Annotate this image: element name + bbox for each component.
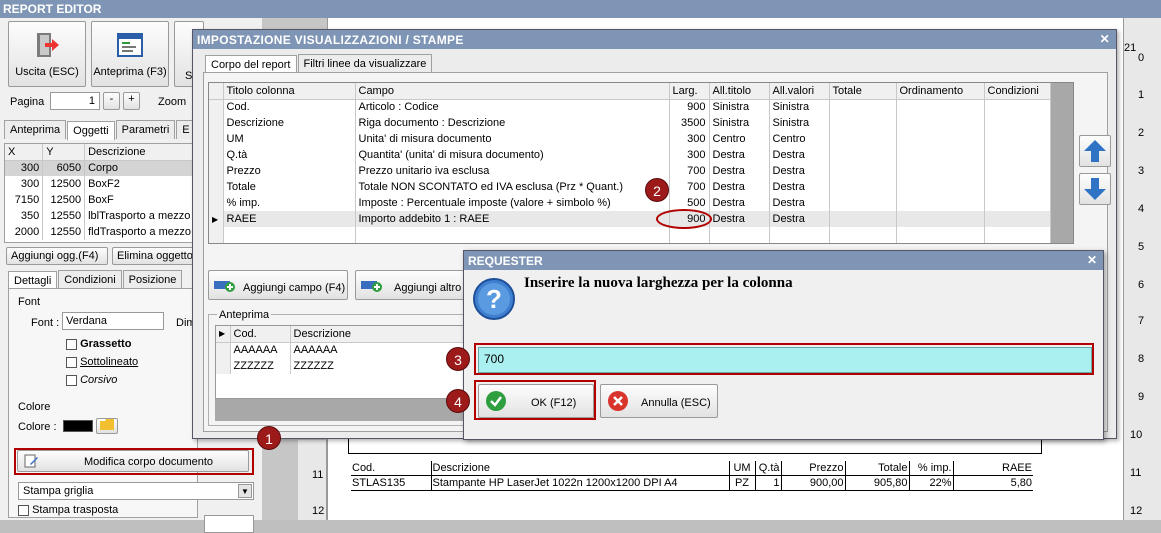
page-input[interactable]: 1 — [50, 92, 100, 110]
table-row[interactable]: Totale Totale NON SCONTATO ed IVA esclusa… — [209, 179, 1051, 195]
color-picker-button[interactable] — [96, 418, 118, 434]
exit-label: Uscita (ESC) — [15, 66, 79, 78]
font-input[interactable]: Verdana — [62, 312, 164, 330]
move-down-button[interactable] — [1079, 173, 1111, 205]
folder-icon — [100, 419, 114, 430]
exit-door-icon — [37, 33, 59, 57]
exit-button[interactable]: Uscita (ESC) — [8, 21, 86, 87]
page-label: Pagina — [10, 96, 45, 108]
add-other-button[interactable]: Aggiungi altro — [355, 270, 467, 300]
objects-grid: X Y Descrizione 300 6050 Corpo 300 12500 BoxF2… — [4, 143, 194, 243]
page-plus-button[interactable]: + — [123, 92, 140, 110]
settings-dialog-title-bar: IMPOSTAZIONE VISUALIZZAZIONI / STAMPE ✕ — [193, 30, 1116, 49]
preview-label: Anteprima (F3) — [93, 66, 167, 78]
font-group-label: Font — [18, 296, 41, 308]
font-label: Font : — [31, 317, 60, 329]
highlight-ok-button — [474, 380, 596, 420]
tab-anteprima[interactable]: Anteprima — [4, 120, 67, 139]
table-row[interactable]: % imp. Imposte : Percentuale imposte (val… — [209, 195, 1051, 211]
table-row[interactable] — [209, 227, 1051, 243]
highlight-modify-body — [14, 448, 254, 475]
table-row[interactable]: 300 12500 BoxF2 — [5, 176, 193, 192]
table-row[interactable]: Descrizione Riga documento : Descrizione 3… — [209, 115, 1051, 131]
small-input[interactable] — [204, 515, 254, 533]
svg-text:?: ? — [486, 284, 502, 314]
step-badge-1: 1 — [257, 426, 281, 450]
columns-grid: Titolo colonna Campo Larg. All.titolo Al… — [208, 82, 1074, 244]
detail-tabs: Dettagli Condizioni Posizione — [8, 270, 198, 290]
move-up-button[interactable] — [1079, 135, 1111, 167]
delete-object-button[interactable]: Elimina oggetto — [112, 247, 194, 265]
document-table: Cod. Descrizione UM Q.tà Prezzo Totale %… — [351, 461, 1033, 491]
page-minus-button[interactable]: - — [103, 92, 120, 110]
color-swatch[interactable] — [63, 420, 93, 432]
left-ruler: 11 12 — [298, 440, 327, 520]
question-icon: ? — [473, 278, 515, 320]
close-icon[interactable]: ✕ — [1087, 253, 1097, 267]
app-title-bar: REPORT EDITOR — [0, 0, 1161, 18]
add-other-icon — [361, 281, 382, 292]
table-row[interactable]: Q.tà Quantita' (unita' di misura document… — [209, 147, 1051, 163]
highlight-width-input — [474, 343, 1094, 375]
tab-line-filters[interactable]: Filtri linee da visualizzare — [297, 54, 433, 73]
print-grid-select[interactable]: Stampa griglia ▼ — [18, 482, 254, 500]
cancel-button[interactable]: Annulla (ESC) — [600, 384, 718, 418]
chevron-down-icon: ▼ — [238, 484, 252, 498]
step-badge-2: 2 — [645, 178, 669, 202]
tab-parametri[interactable]: Parametri — [115, 120, 176, 139]
add-field-button[interactable]: Aggiungi campo (F4) — [208, 270, 348, 300]
step-badge-4: 4 — [446, 389, 470, 413]
print-transparent-checkbox[interactable]: Stampa trasposta — [18, 504, 118, 516]
requester-title-bar: REQUESTER ✕ — [464, 251, 1103, 270]
table-row[interactable]: 7150 12500 BoxF — [5, 192, 193, 208]
table-row[interactable]: Cod. Articolo : Codice 900 Sinistra Sinistra — [209, 99, 1051, 115]
color-label: Colore : — [18, 421, 57, 433]
close-icon[interactable]: ✕ — [1100, 32, 1110, 46]
add-object-button[interactable]: Aggiungi ogg.(F4) — [6, 247, 108, 265]
table-row[interactable]: 2000 12550 fldTrasporto a mezzo — [5, 224, 193, 240]
table-row[interactable]: 300 6050 Corpo — [5, 160, 193, 176]
table-row[interactable]: Prezzo Prezzo unitario iva esclusa 700 Dest… — [209, 163, 1051, 179]
requester-message: Inserire la nuova larghezza per la colon… — [524, 275, 793, 291]
underline-checkbox[interactable]: Sottolineato — [66, 356, 138, 368]
color-group-label: Colore — [18, 401, 51, 413]
tab-oggetti[interactable]: Oggetti — [67, 121, 115, 140]
table-row[interactable]: ▶ RAEE Importo addebito 1 : RAEE 900 Destra D… — [209, 211, 1051, 227]
table-row[interactable]: UM Unita' di misura documento 300 Centro Cen… — [209, 131, 1051, 147]
right-ruler: 21 0 1 2 3 4 5 6 7 8 9 10 11 12 — [1123, 18, 1161, 520]
bold-checkbox[interactable]: Grassetto — [66, 338, 131, 350]
arrow-down-icon — [1084, 178, 1106, 200]
tab-posizione[interactable]: Posizione — [122, 270, 183, 289]
preview-button[interactable]: Anteprima (F3) — [91, 21, 169, 87]
app-title: REPORT EDITOR — [3, 2, 102, 16]
cancel-icon — [608, 391, 628, 411]
settings-tabs: Corpo del report Filtri linee da visualiz… — [205, 54, 433, 74]
arrow-up-icon — [1084, 140, 1106, 162]
tab-condizioni[interactable]: Condizioni — [58, 270, 122, 289]
highlight-width-cell — [656, 209, 712, 229]
zoom-label: Zoom — [158, 96, 187, 108]
table-row[interactable]: 350 12550 lblTrasporto a mezzo — [5, 208, 193, 224]
italic-checkbox[interactable]: Corsivo — [66, 374, 117, 386]
add-field-icon — [214, 281, 235, 292]
step-badge-3: 3 — [446, 347, 470, 371]
preview-window-icon — [117, 33, 143, 57]
